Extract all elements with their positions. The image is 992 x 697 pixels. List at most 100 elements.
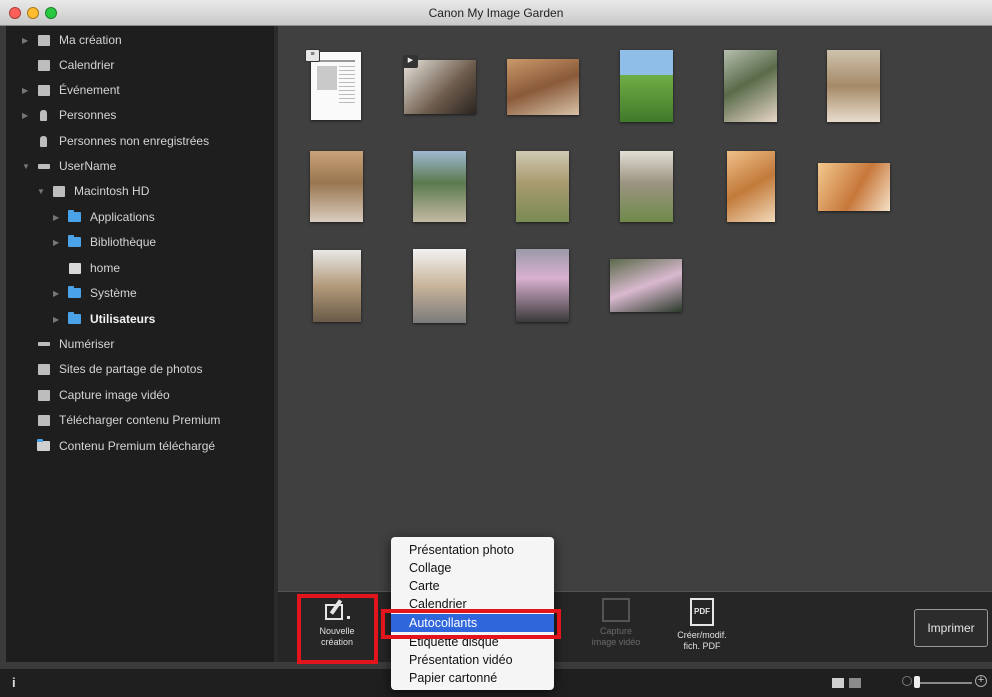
disclosure-collapsed-icon[interactable]: ▶: [22, 111, 30, 120]
sidebar-item-systeme[interactable]: ▶ Système: [6, 281, 274, 305]
menu-item-autocollants[interactable]: Autocollants: [391, 614, 554, 632]
new-creation-menu: Présentation photo Collage Carte Calendr…: [391, 537, 554, 690]
my-creation-icon: [37, 34, 50, 46]
thumbnail-photo[interactable]: [413, 249, 466, 323]
home-folder-icon: [68, 262, 81, 274]
computer-icon: [37, 160, 50, 172]
sidebar: ▶ Ma création Calendrier ▶ Événement ▶ P…: [6, 26, 274, 662]
sidebar-item-label: Calendrier: [59, 58, 115, 72]
thumbnail-photo[interactable]: [516, 151, 569, 222]
sidebar-item-capture-image-video[interactable]: Capture image vidéo: [6, 383, 274, 407]
sidebar-item-label: Ma création: [59, 33, 122, 47]
capture-video-label-1: Capture: [599, 626, 633, 636]
zoom-slider-thumb[interactable]: [914, 676, 920, 688]
sidebar-item-numeriser[interactable]: Numériser: [6, 332, 274, 356]
sidebar-item-home[interactable]: home: [6, 256, 274, 280]
document-icon: ≡: [305, 49, 320, 62]
sidebar-item-calendrier[interactable]: Calendrier: [6, 53, 274, 77]
disclosure-collapsed-icon[interactable]: ▶: [53, 213, 61, 222]
single-view-icon[interactable]: [849, 678, 861, 688]
sidebar-item-label: Événement: [59, 83, 120, 97]
grid-view-icon[interactable]: [832, 678, 844, 688]
info-icon[interactable]: i: [12, 675, 16, 690]
photo-sharing-icon: [37, 363, 50, 375]
sidebar-item-label: Sites de partage de photos: [59, 362, 203, 376]
thumbnail-photo[interactable]: [818, 163, 890, 211]
create-pdf-button[interactable]: PDF Créer/modif. fich. PDF: [662, 598, 742, 652]
thumbnail-photo[interactable]: [507, 59, 579, 115]
thumbnail-photo[interactable]: [827, 50, 880, 122]
folder-icon: [68, 235, 81, 248]
thumbnail-photo[interactable]: [724, 50, 777, 122]
sidebar-item-personnes[interactable]: ▶ Personnes: [6, 103, 274, 127]
thumbnail-photo[interactable]: [620, 151, 673, 222]
menu-item-collage[interactable]: Collage: [391, 559, 554, 577]
thumbnail-photo[interactable]: [516, 249, 569, 322]
menu-item-carte[interactable]: Carte: [391, 577, 554, 595]
disclosure-expanded-icon[interactable]: ▼: [37, 187, 45, 196]
create-pdf-label-1: Créer/modif.: [677, 630, 727, 640]
thumbnail-photo[interactable]: [413, 151, 466, 222]
menu-item-papier-cartonne[interactable]: Papier cartonné: [391, 669, 554, 687]
sidebar-item-contenu-premium[interactable]: Contenu Premium téléchargé: [6, 434, 274, 458]
print-button[interactable]: Imprimer: [914, 609, 988, 647]
menu-item-calendrier[interactable]: Calendrier: [391, 595, 554, 613]
menu-item-presentation-photo[interactable]: Présentation photo: [391, 541, 554, 559]
disclosure-collapsed-icon[interactable]: ▶: [53, 238, 61, 247]
video-icon: ▶: [403, 55, 418, 68]
new-creation-label-2: création: [320, 637, 354, 647]
new-creation-button[interactable]: Nouvelle création: [302, 598, 372, 648]
person-icon: [37, 109, 50, 121]
zoom-in-icon[interactable]: +: [975, 675, 987, 687]
sidebar-item-label: home: [90, 261, 121, 275]
hard-drive-icon: [52, 185, 65, 197]
thumbnail-photo[interactable]: [620, 50, 673, 122]
premium-folder-icon: [37, 439, 50, 452]
zoom-slider-track[interactable]: [914, 682, 972, 684]
pdf-icon: PDF: [690, 598, 714, 626]
sidebar-item-evenement[interactable]: ▶ Événement: [6, 78, 274, 102]
sidebar-item-applications[interactable]: ▶ Applications: [6, 205, 274, 229]
sidebar-item-label: Télécharger contenu Premium: [59, 413, 221, 427]
thumbnail-photo[interactable]: [610, 259, 682, 312]
disclosure-expanded-icon[interactable]: ▼: [22, 162, 30, 171]
sidebar-item-telecharger-premium[interactable]: Télécharger contenu Premium: [6, 408, 274, 432]
menu-item-presentation-video[interactable]: Présentation vidéo: [391, 651, 554, 669]
unregistered-person-icon: [37, 135, 50, 147]
new-creation-icon: [323, 598, 351, 622]
sidebar-item-macintosh-hd[interactable]: ▼ Macintosh HD: [6, 179, 274, 203]
thumbnail-photo[interactable]: [727, 151, 775, 222]
sidebar-item-sites-partage[interactable]: Sites de partage de photos: [6, 357, 274, 381]
capture-video-button[interactable]: Capture image vidéo: [576, 598, 656, 648]
zoom-out-icon[interactable]: [902, 676, 912, 686]
window-title: Canon My Image Garden: [428, 6, 564, 20]
sidebar-item-utilisateurs[interactable]: ▶ Utilisateurs: [6, 307, 274, 331]
folder-icon: [68, 312, 81, 325]
disclosure-collapsed-icon[interactable]: ▶: [53, 289, 61, 298]
video-capture-icon: [37, 389, 50, 401]
title-bar: Canon My Image Garden: [0, 0, 992, 26]
sidebar-item-label: UserName: [59, 159, 117, 173]
new-creation-label-1: Nouvelle: [319, 626, 355, 636]
thumbnail-photo[interactable]: [310, 151, 363, 222]
sidebar-item-label: Capture image vidéo: [59, 388, 170, 402]
sidebar-item-label: Applications: [90, 210, 155, 224]
sidebar-item-username[interactable]: ▼ UserName: [6, 154, 274, 178]
app-window: Canon My Image Garden ▶ Ma création Cale…: [0, 0, 992, 697]
sidebar-item-label: Bibliothèque: [90, 235, 157, 249]
sidebar-item-label: Numériser: [59, 337, 115, 351]
sidebar-item-bibliotheque[interactable]: ▶ Bibliothèque: [6, 230, 274, 254]
folder-icon: [68, 210, 81, 223]
disclosure-collapsed-icon[interactable]: ▶: [53, 315, 61, 324]
bottom-toolbar: Nouvelle création Capture image vidéo PD…: [278, 591, 992, 662]
thumbnail-area: ≡ ▶: [278, 26, 992, 591]
sidebar-item-ma-creation[interactable]: ▶ Ma création: [6, 28, 274, 52]
thumbnail-document[interactable]: [311, 52, 361, 120]
thumbnail-photo[interactable]: [313, 250, 361, 322]
sidebar-item-personnes-non-enregistrees[interactable]: Personnes non enregistrées: [6, 129, 274, 153]
thumbnail-video[interactable]: [404, 60, 476, 114]
disclosure-collapsed-icon[interactable]: ▶: [22, 86, 30, 95]
menu-item-etiquette-disque[interactable]: Etiquette disque: [391, 633, 554, 651]
calendar-icon: [37, 59, 50, 71]
disclosure-collapsed-icon[interactable]: ▶: [22, 36, 30, 45]
